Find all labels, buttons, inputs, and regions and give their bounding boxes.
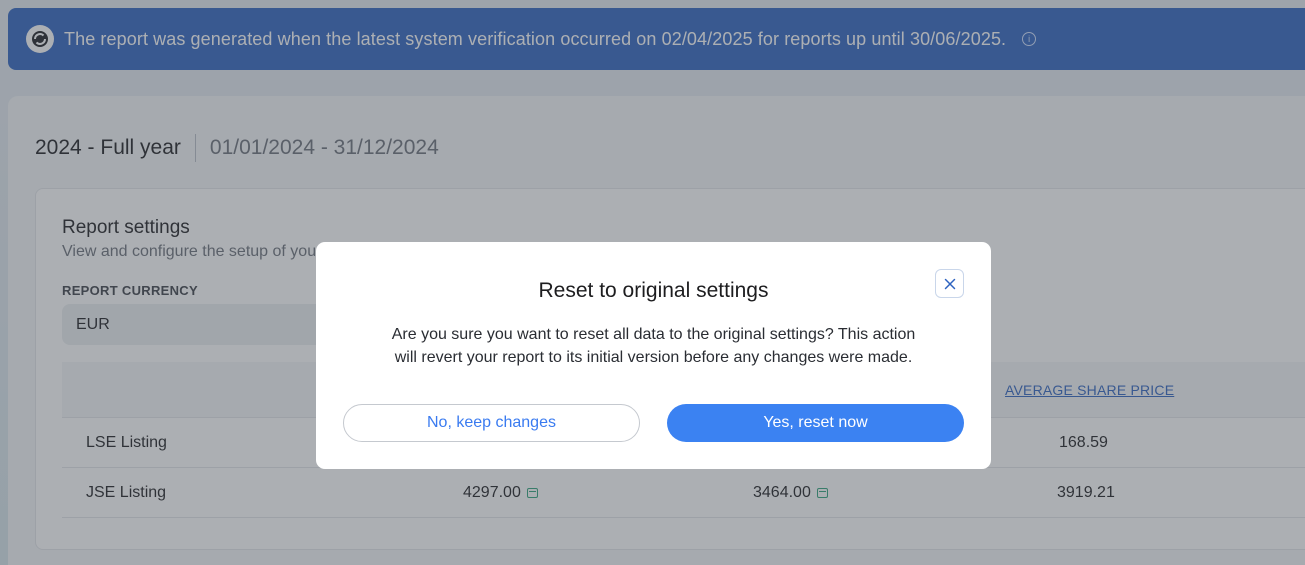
dialog-message: Are you sure you want to reset all data … xyxy=(391,326,916,366)
reset-now-button[interactable]: Yes, reset now xyxy=(667,404,964,442)
page: The report was generated when the latest… xyxy=(0,0,1305,565)
keep-changes-button[interactable]: No, keep changes xyxy=(343,404,640,442)
reset-confirm-dialog: Reset to original settings Are you sure … xyxy=(316,242,991,469)
dialog-title: Reset to original settings xyxy=(538,279,769,302)
